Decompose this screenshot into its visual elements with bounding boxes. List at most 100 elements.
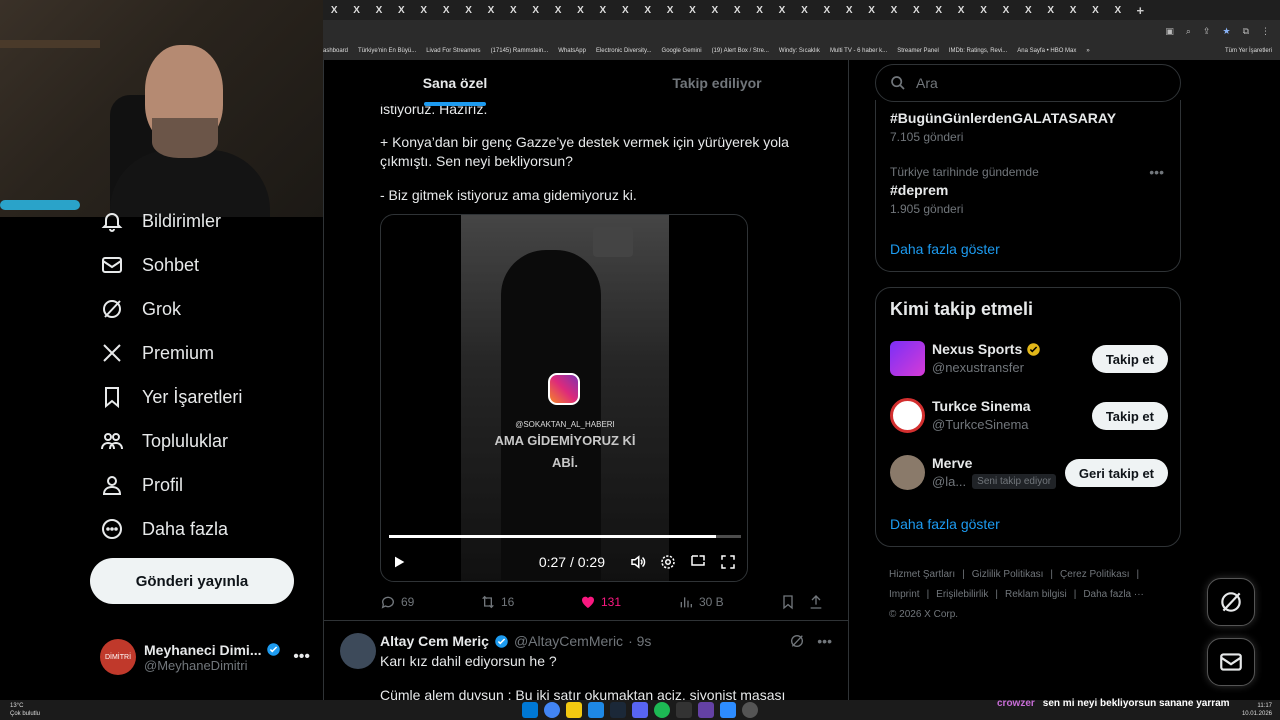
steam-icon[interactable] bbox=[610, 702, 626, 718]
bookmark-item[interactable]: » bbox=[1086, 48, 1089, 54]
bookmark-item[interactable]: (19) Alert Box / Stre... bbox=[712, 48, 769, 54]
suggestion-name[interactable]: Merve bbox=[932, 455, 972, 471]
suggestion-name[interactable]: Turkce Sinema bbox=[932, 398, 1031, 414]
browser-tab[interactable]: X bbox=[1040, 0, 1062, 20]
browser-tab[interactable]: X bbox=[905, 0, 927, 20]
browser-tab[interactable]: X bbox=[1107, 0, 1129, 20]
video-progress-bar[interactable] bbox=[389, 535, 741, 538]
bookmark-icon[interactable] bbox=[780, 594, 796, 610]
grok-floating-button[interactable] bbox=[1207, 578, 1255, 626]
nav-item-communities[interactable]: Topluluklar bbox=[100, 429, 228, 453]
bookmark-item[interactable]: Electronic Diversity... bbox=[596, 48, 652, 54]
messages-floating-button[interactable] bbox=[1207, 638, 1255, 686]
browser-tab[interactable]: X bbox=[838, 0, 860, 20]
trend-hashtag[interactable]: #deprem bbox=[890, 182, 948, 198]
star-icon[interactable]: ★ bbox=[1222, 26, 1230, 37]
tab-following[interactable]: Takip ediliyor bbox=[586, 60, 848, 106]
menu-icon[interactable]: ⋮ bbox=[1261, 26, 1270, 37]
discord-icon[interactable] bbox=[632, 702, 648, 718]
browser-tab[interactable]: X bbox=[726, 0, 748, 20]
browser-tab[interactable]: X bbox=[1062, 0, 1084, 20]
twitch-icon[interactable] bbox=[698, 702, 714, 718]
windows-start-icon[interactable] bbox=[522, 702, 538, 718]
browser-tab[interactable]: X bbox=[547, 0, 569, 20]
volume-icon[interactable] bbox=[629, 553, 647, 571]
browser-tab[interactable]: X bbox=[1084, 0, 1106, 20]
bookmark-item[interactable]: (17145) Rammstein... bbox=[491, 48, 549, 54]
browser-tab[interactable]: X bbox=[345, 0, 367, 20]
app-icon[interactable] bbox=[720, 702, 736, 718]
follow-suggestion[interactable]: Merve @la... Seni takip ediyor Geri taki… bbox=[890, 453, 1168, 493]
bookmark-item[interactable]: Multi TV - 6 haber k... bbox=[830, 48, 887, 54]
share-icon[interactable] bbox=[808, 594, 824, 610]
footer-link[interactable]: Imprint bbox=[889, 589, 920, 600]
settings-gear-icon[interactable] bbox=[659, 553, 677, 571]
bookmark-item[interactable]: Ana Sayfa • HBO Max bbox=[1017, 48, 1076, 54]
browser-tab[interactable]: X bbox=[681, 0, 703, 20]
footer-link[interactable]: Çerez Politikası bbox=[1060, 569, 1129, 580]
nav-item-notifications[interactable]: Bildirimler bbox=[100, 209, 221, 233]
browser-tab[interactable]: X bbox=[435, 0, 457, 20]
footer-link[interactable]: Hizmet Şartları bbox=[889, 569, 955, 580]
browser-tab[interactable]: X bbox=[972, 0, 994, 20]
browser-tab[interactable]: X bbox=[793, 0, 815, 20]
extension-icon[interactable]: ▣ bbox=[1165, 26, 1174, 37]
tweet-time[interactable]: · 9s bbox=[628, 633, 651, 649]
video-player[interactable]: @SOKAKTAN_AL_HABERI AMA GİDEMİYORUZ Kİ A… bbox=[380, 214, 748, 582]
browser-tab[interactable]: X bbox=[771, 0, 793, 20]
trend-more-icon[interactable]: ••• bbox=[1149, 164, 1164, 180]
nav-item-bookmarks[interactable]: Yer İşaretleri bbox=[100, 385, 242, 409]
follow-button[interactable]: Takip et bbox=[1091, 402, 1168, 430]
avatar[interactable] bbox=[340, 633, 376, 669]
play-icon[interactable] bbox=[391, 554, 407, 570]
browser-tab[interactable]: X bbox=[860, 0, 882, 20]
browser-tab[interactable]: X bbox=[1017, 0, 1039, 20]
system-clock[interactable]: 11:17 10.01.2026 bbox=[1242, 702, 1272, 718]
bookmark-item[interactable]: IMDb: Ratings, Revi... bbox=[949, 48, 1007, 54]
show-more-link[interactable]: Daha fazla göster bbox=[890, 516, 1000, 532]
post-button[interactable]: Gönderi yayınla bbox=[90, 558, 294, 604]
browser-tab[interactable]: X bbox=[525, 0, 547, 20]
extensions-icon[interactable]: ⧉ bbox=[1243, 26, 1249, 37]
bookmark-item[interactable]: Tüm Yer İşaretleri bbox=[1225, 48, 1280, 54]
bookmark-item[interactable]: Windy: Sıcaklık bbox=[779, 48, 820, 54]
repost-button[interactable]: 16 bbox=[480, 594, 580, 610]
avatar[interactable] bbox=[890, 341, 925, 376]
follow-button[interactable]: Takip et bbox=[1091, 345, 1168, 373]
browser-tab[interactable]: X bbox=[928, 0, 950, 20]
more-options-icon[interactable]: ••• bbox=[293, 648, 310, 666]
follow-suggestion[interactable]: Turkce Sinema @TurkceSinema Takip et bbox=[890, 396, 1168, 436]
app-icon[interactable] bbox=[676, 702, 692, 718]
browser-tab[interactable]: X bbox=[995, 0, 1017, 20]
spotify-icon[interactable] bbox=[654, 702, 670, 718]
bookmark-item[interactable]: Google Gemini bbox=[662, 48, 702, 54]
browser-tab[interactable]: X bbox=[816, 0, 838, 20]
bookmark-item[interactable]: Livad For Streamers bbox=[426, 48, 480, 54]
browser-tab[interactable]: X bbox=[368, 0, 390, 20]
folder-icon[interactable] bbox=[566, 702, 582, 718]
footer-link[interactable]: Daha fazla ··· bbox=[1083, 589, 1144, 600]
browser-tab[interactable]: X bbox=[659, 0, 681, 20]
footer-link[interactable]: Gizlilik Politikası bbox=[972, 569, 1044, 580]
browser-tab[interactable]: X bbox=[457, 0, 479, 20]
chrome-icon[interactable] bbox=[544, 702, 560, 718]
browser-tab[interactable]: X bbox=[748, 0, 770, 20]
bookmark-item[interactable]: WhatsApp bbox=[558, 48, 586, 54]
like-button[interactable]: 131 bbox=[580, 594, 678, 610]
fullscreen-icon[interactable] bbox=[719, 553, 737, 571]
bookmark-item[interactable]: Streamer Panel bbox=[897, 48, 939, 54]
grok-icon[interactable] bbox=[789, 633, 805, 649]
follow-back-button[interactable]: Geri takip et bbox=[1064, 459, 1168, 487]
more-options-icon[interactable]: ••• bbox=[817, 633, 832, 649]
tweet-author-name[interactable]: Altay Cem Meriç bbox=[380, 633, 489, 649]
picture-in-picture-icon[interactable] bbox=[689, 553, 707, 571]
weather-widget[interactable]: 13°C Çok bulutlu bbox=[10, 702, 40, 718]
browser-tab[interactable]: X bbox=[390, 0, 412, 20]
bookmark-item[interactable]: ashboard bbox=[323, 48, 348, 54]
browser-tab[interactable]: X bbox=[480, 0, 502, 20]
show-more-link[interactable]: Daha fazla göster bbox=[890, 241, 1000, 257]
nav-item-more[interactable]: Daha fazla bbox=[100, 517, 228, 541]
suggestion-name[interactable]: Nexus Sports bbox=[932, 341, 1022, 357]
bookmark-item[interactable]: Türkiye'nin En Büyü... bbox=[358, 48, 416, 54]
nav-item-chat[interactable]: Sohbet bbox=[100, 253, 199, 277]
